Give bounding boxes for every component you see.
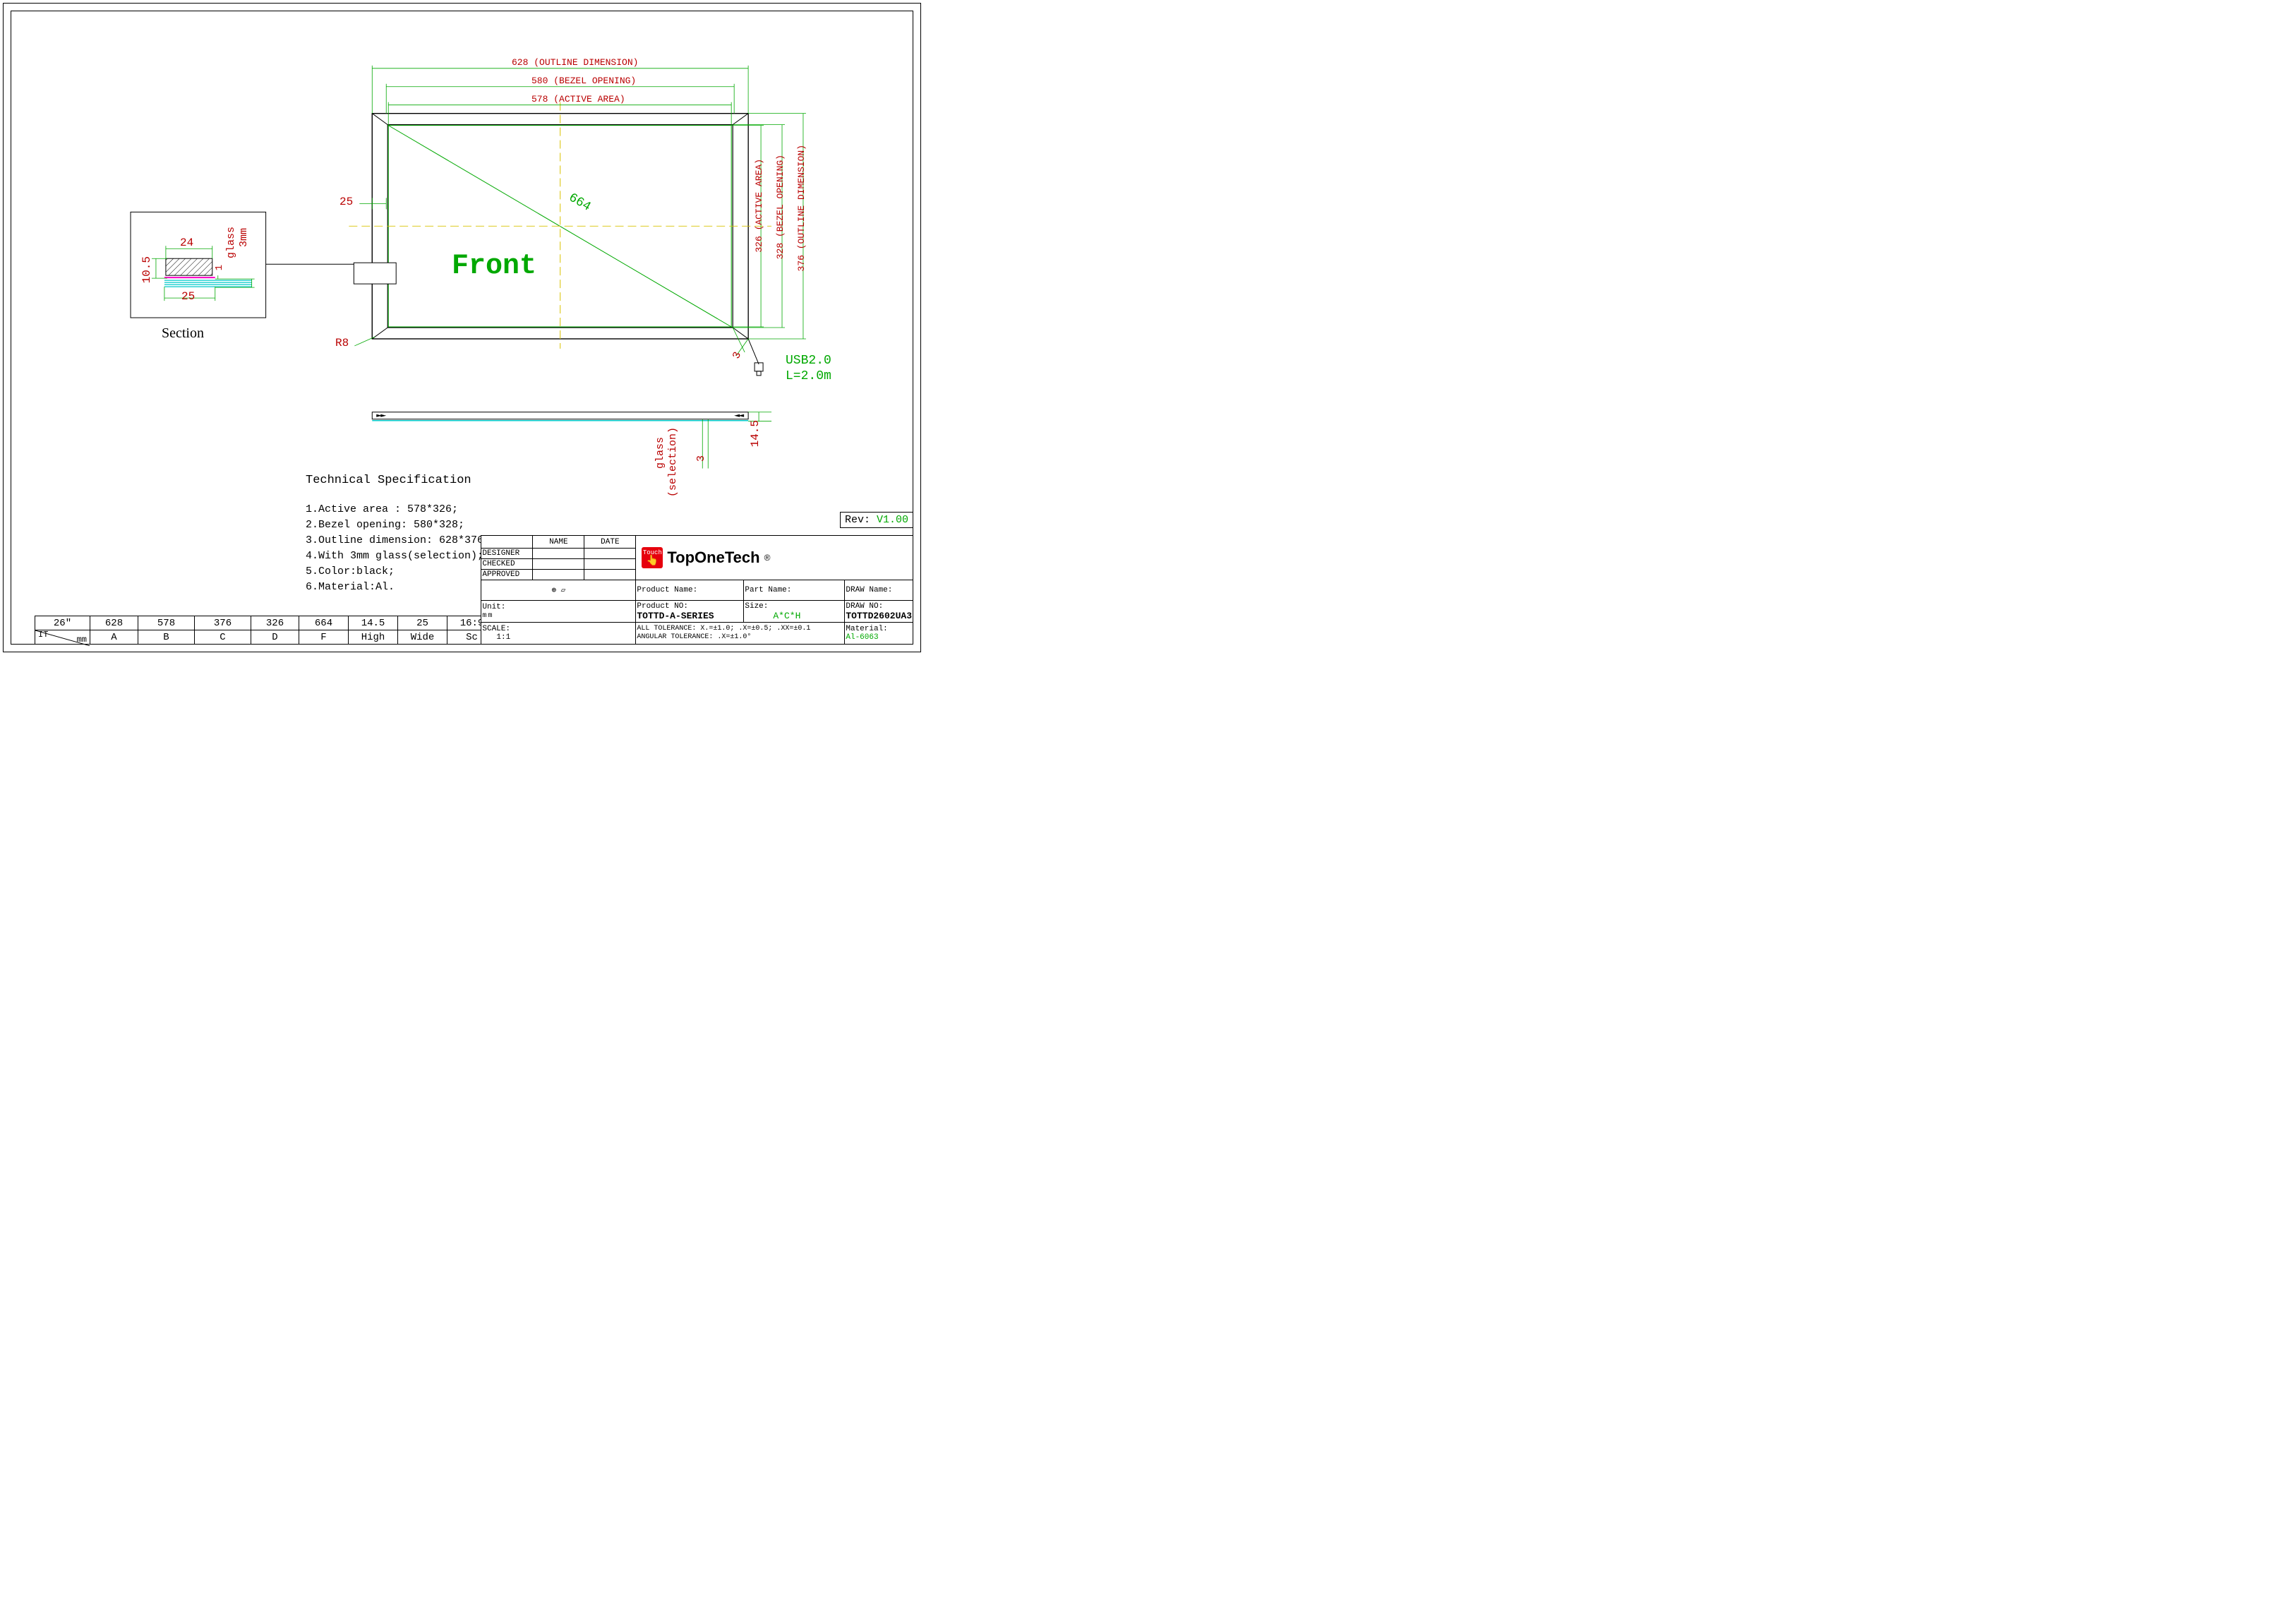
scale-lbl: SCALE: — [482, 625, 510, 633]
hdr-D: D — [251, 630, 299, 645]
drawing-sheet: 628 (OUTLINE DIMENSION) 580 (BEZEL OPENI… — [3, 3, 921, 652]
rev-label: Rev: — [845, 514, 870, 526]
product-name-lbl: Product Name: — [636, 580, 744, 601]
hdr-F: F — [299, 630, 349, 645]
cell-F: 664 — [299, 616, 349, 630]
hdr-A: A — [90, 630, 138, 645]
table-row: IT mm A B C D F High Wide Sc — [35, 630, 497, 645]
brand-text: TopOneTech — [667, 549, 759, 567]
tech-item-6: 6.Material:Al. — [306, 581, 395, 593]
dim-bezel-width: 25 — [339, 196, 353, 208]
side-glass: glass — [654, 437, 666, 469]
hdr-name: NAME — [533, 536, 584, 549]
scale-val: 1:1 — [482, 633, 510, 642]
size-lbl: Size: — [745, 602, 768, 611]
corner-radius: R8 — [335, 337, 349, 349]
cell-D: 326 — [251, 616, 299, 630]
section-glass-t: 3mm — [238, 228, 250, 247]
section-glass: glass — [225, 227, 237, 258]
product-no-lbl: Product NO: — [637, 602, 688, 611]
draw-no-lbl: DRAW NO: — [846, 602, 883, 611]
material-val: Al-6063 — [846, 633, 878, 642]
cell-B: 578 — [138, 616, 195, 630]
usb-line2: L=2.0m — [786, 369, 831, 383]
unit-val: mm — [482, 612, 493, 620]
product-no-val: TOTTD-A-SERIES — [637, 611, 714, 621]
dim-outline-w: 628 (OUTLINE DIMENSION) — [512, 57, 638, 68]
side-height: 14.5 — [749, 420, 762, 447]
cell-C: 376 — [195, 616, 251, 630]
size-val: A*C*H — [745, 611, 800, 621]
cell-Wide: 25 — [398, 616, 447, 630]
dim-bezel-w: 580 (BEZEL OPENING) — [531, 76, 636, 86]
cell-High: 14.5 — [349, 616, 398, 630]
section-gap: 1 — [214, 265, 225, 270]
projection-symbol-cell: ⊕ ▱ — [481, 580, 636, 601]
hdr-High: High — [349, 630, 398, 645]
dimension-table: 26" 628 578 376 326 664 14.5 25 16:9 IT … — [35, 616, 497, 645]
usb-line1: USB2.0 — [786, 354, 831, 368]
logo-icon: Touch👆 — [642, 547, 663, 568]
dim-bezel-h: 328 (BEZEL OPENING) — [775, 155, 786, 259]
hdr-Wide: Wide — [398, 630, 447, 645]
row-checked: CHECKED — [481, 559, 533, 570]
cell-size: 26" — [35, 616, 90, 630]
unit-lbl: Unit: — [482, 603, 505, 611]
dim-outline-h: 376 (OUTLINE DIMENSION) — [796, 145, 807, 271]
hdr-C: C — [195, 630, 251, 645]
side-glass-t: 3 — [695, 455, 707, 462]
section-wbot: 25 — [181, 290, 195, 303]
tech-item-4: 4.With 3mm glass(selection); — [306, 550, 483, 562]
tech-spec-title: Technical Specification — [306, 474, 471, 487]
side-selection: (selection) — [667, 427, 679, 497]
draw-name-lbl: DRAW Name: — [845, 580, 913, 601]
draw-no-val: TOTTD2602UA3 — [846, 611, 912, 621]
brand-area: Touch👆 TopOneTech ® — [642, 547, 907, 568]
tolerance-2: ANGULAR TOLERANCE: .X=±1.0° — [637, 633, 751, 641]
row-designer: DESIGNER — [481, 549, 533, 559]
rev-value: V1.00 — [877, 514, 908, 526]
cell-A: 628 — [90, 616, 138, 630]
tech-item-1: 1.Active area : 578*326; — [306, 503, 458, 515]
section-h: 10.5 — [140, 256, 153, 283]
section-title: Section — [162, 325, 204, 342]
material-lbl: Material: — [846, 625, 887, 633]
tech-item-2: 2.Bezel opening: 580*328; — [306, 519, 464, 531]
part-name-lbl: Part Name: — [744, 580, 845, 601]
tolerance-1: ALL TOLERANCE: X.=±1.0; .X=±0.5; .XX=±0.… — [637, 625, 810, 633]
title-block-overlay: NAME DATE Touch👆 TopOneTech ® DESIGNER CH… — [481, 535, 913, 645]
rev-box: Rev: V1.00 — [840, 512, 913, 528]
row-approved: APPROVED — [481, 570, 533, 580]
hdr-date: DATE — [584, 536, 636, 549]
hdr-B: B — [138, 630, 195, 645]
front-label: Front — [452, 251, 536, 282]
dim-active-w: 578 (ACTIVE AREA) — [531, 94, 625, 104]
dim-active-h: 326 (ACTIVE AREA) — [754, 159, 764, 253]
table-row: 26" 628 578 376 326 664 14.5 25 16:9 — [35, 616, 497, 630]
section-wtop: 24 — [180, 236, 193, 249]
cell-it-mm: IT mm — [35, 630, 90, 645]
tech-item-5: 5.Color:black; — [306, 565, 395, 577]
brand-reg: ® — [764, 553, 771, 563]
